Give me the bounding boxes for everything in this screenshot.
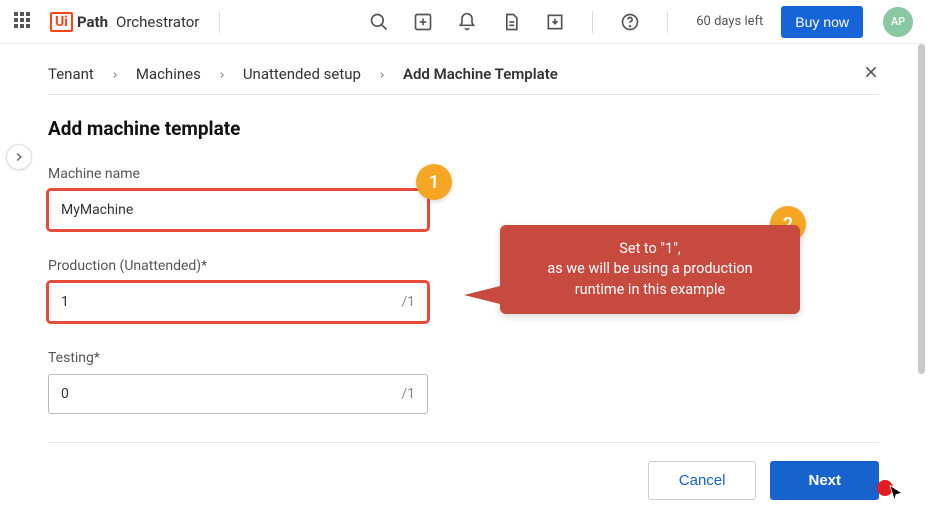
logo-path: Path xyxy=(77,13,108,31)
close-icon[interactable] xyxy=(863,64,879,84)
breadcrumb-current: Add Machine Template xyxy=(403,65,558,83)
product-name: Orchestrator xyxy=(116,13,199,31)
production-value: 1 xyxy=(61,294,69,310)
expand-sidebar-handle[interactable] xyxy=(6,144,32,170)
download-box-icon[interactable] xyxy=(538,5,572,39)
breadcrumb: Tenant Machines Unattended setup Add Mac… xyxy=(48,54,879,95)
testing-value: 0 xyxy=(61,386,69,402)
apps-grid-icon[interactable] xyxy=(14,12,34,32)
cursor-arrow-icon xyxy=(887,484,905,506)
callout-line-2: as we will be using a production xyxy=(518,259,782,279)
machine-name-input[interactable]: MyMachine xyxy=(48,190,428,230)
testing-label: Testing* xyxy=(48,350,879,366)
breadcrumb-tenant[interactable]: Tenant xyxy=(48,65,94,83)
brand-logo[interactable]: Ui Path Orchestrator xyxy=(50,12,199,32)
divider xyxy=(592,11,593,33)
search-icon[interactable] xyxy=(362,5,396,39)
avatar[interactable]: AP xyxy=(883,7,913,37)
divider xyxy=(219,11,220,33)
scrollbar[interactable] xyxy=(918,44,925,374)
machine-name-label: Machine name xyxy=(48,166,879,182)
top-bar: Ui Path Orchestrator 60 days left Buy no… xyxy=(0,0,927,44)
add-icon[interactable] xyxy=(406,5,440,39)
bell-icon[interactable] xyxy=(450,5,484,39)
page-title: Add machine template xyxy=(48,117,879,140)
chevron-right-icon xyxy=(377,65,387,84)
document-icon[interactable] xyxy=(494,5,528,39)
machine-name-field: Machine name MyMachine xyxy=(48,166,879,230)
annotation-callout: Set to "1", as we will be using a produc… xyxy=(500,225,800,314)
production-suffix: /1 xyxy=(401,294,415,310)
machine-name-value: MyMachine xyxy=(61,202,133,218)
trial-days-label: 60 days left xyxy=(696,14,763,29)
callout-line-3: runtime in this example xyxy=(518,280,782,300)
footer-actions: Cancel Next xyxy=(48,442,879,500)
callout-line-1: Set to "1", xyxy=(518,239,782,259)
annotation-badge-1: 1 xyxy=(416,164,452,200)
divider xyxy=(667,11,668,33)
help-icon[interactable] xyxy=(613,5,647,39)
cancel-button[interactable]: Cancel xyxy=(648,461,757,500)
breadcrumb-unattended-setup[interactable]: Unattended setup xyxy=(243,65,361,83)
chevron-right-icon xyxy=(110,65,120,84)
buy-now-button[interactable]: Buy now xyxy=(781,6,863,38)
testing-input[interactable]: 0 /1 xyxy=(48,374,428,414)
testing-suffix: /1 xyxy=(401,386,415,402)
testing-field: Testing* 0 /1 xyxy=(48,350,879,414)
breadcrumb-machines[interactable]: Machines xyxy=(136,65,201,83)
chevron-right-icon xyxy=(217,65,227,84)
logo-ui: Ui xyxy=(50,12,73,32)
next-button[interactable]: Next xyxy=(770,461,879,500)
production-input[interactable]: 1 /1 xyxy=(48,282,428,322)
